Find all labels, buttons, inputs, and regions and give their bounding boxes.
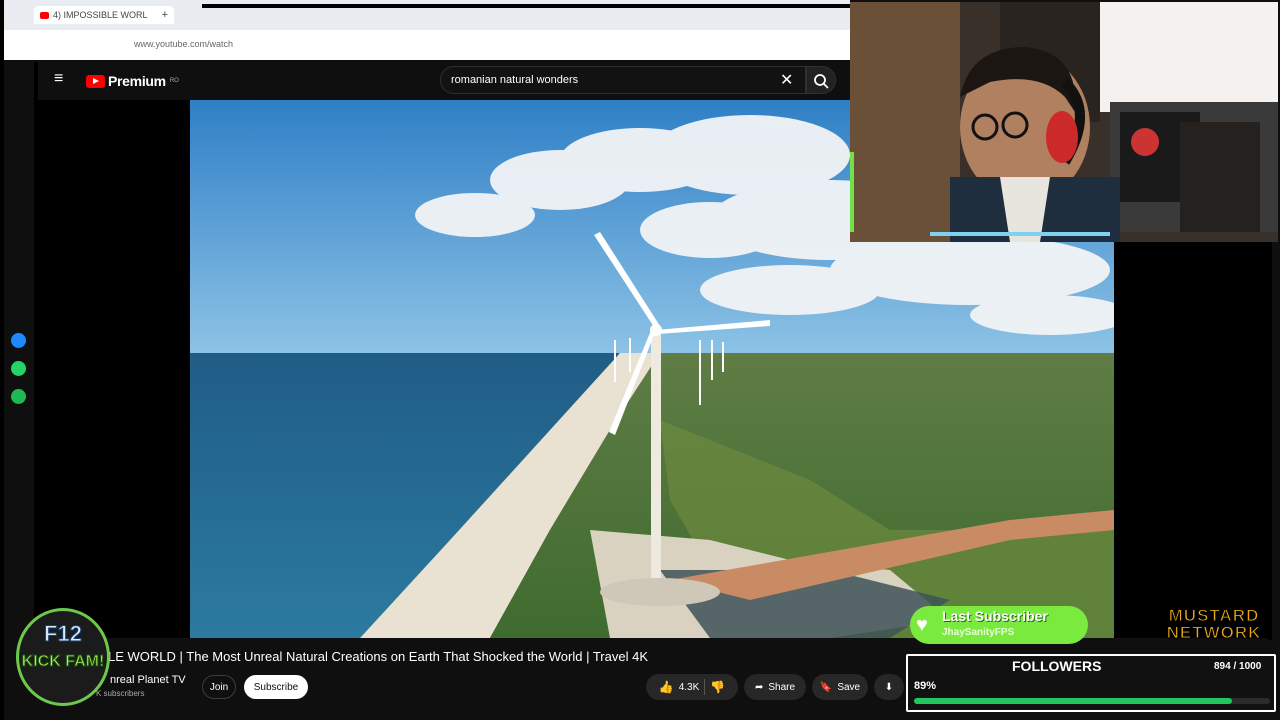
new-tab-icon[interactable]: + bbox=[162, 9, 168, 21]
search-button[interactable] bbox=[806, 66, 836, 94]
share-icon: ➦ bbox=[754, 681, 764, 693]
badge-line2: KICK FAM! bbox=[21, 653, 105, 671]
channel-name[interactable]: nreal Planet TV bbox=[110, 674, 186, 686]
like-count[interactable]: 4.3K bbox=[679, 682, 700, 693]
youtube-favicon-icon bbox=[40, 11, 49, 19]
save-icon: 🔖 bbox=[819, 681, 833, 693]
search-icon bbox=[814, 74, 829, 89]
overlay-frame-line bbox=[34, 62, 38, 622]
search-input[interactable]: romanian natural wonders bbox=[440, 66, 806, 94]
badge-line1: F12 bbox=[44, 621, 83, 647]
followers-label: FOLLOWERS bbox=[1012, 658, 1102, 674]
spotify-icon[interactable] bbox=[11, 389, 26, 404]
share-label: Share bbox=[768, 681, 796, 693]
download-icon: ⬇ bbox=[884, 681, 894, 693]
followers-count: 894 / 1000 bbox=[1214, 661, 1262, 672]
last-subscriber-panel: Last Subscriber JhaySanityFPS bbox=[910, 606, 1088, 644]
thumbs-up-icon[interactable]: 👍 bbox=[659, 680, 674, 694]
tab-title: 4) IMPOSSIBLE WORL bbox=[53, 10, 148, 20]
webcam-feed bbox=[850, 2, 1278, 242]
address-bar bbox=[0, 30, 850, 60]
share-button[interactable]: ➦ Share bbox=[744, 674, 806, 700]
menu-icon[interactable]: ≡ bbox=[54, 70, 63, 88]
logo-text: Premium bbox=[108, 73, 166, 89]
last-subscriber-title: Last Subscriber bbox=[942, 608, 1048, 624]
f12-kick-fam-badge: F12 KICK FAM! bbox=[16, 608, 110, 706]
save-button[interactable]: 🔖 Save bbox=[812, 674, 868, 700]
logo-region: RO bbox=[169, 78, 179, 84]
overlay-frame-line bbox=[202, 4, 850, 8]
video-title: LE WORLD | The Most Unreal Natural Creat… bbox=[108, 649, 648, 664]
subscriber-count: K subscribers bbox=[96, 689, 145, 698]
overlay-frame-line bbox=[0, 0, 4, 720]
close-icon[interactable]: ✕ bbox=[780, 70, 793, 90]
save-label: Save bbox=[837, 681, 861, 693]
thumbs-down-icon[interactable]: 👎 bbox=[710, 680, 725, 694]
video-letterbox-left bbox=[38, 100, 190, 638]
whatsapp-icon[interactable] bbox=[11, 361, 26, 376]
join-button[interactable]: Join bbox=[202, 675, 236, 699]
webcam-scene bbox=[850, 2, 1278, 242]
video-letterbox-right bbox=[1114, 240, 1268, 638]
youtube-logo[interactable]: Premium RO bbox=[86, 73, 179, 89]
youtube-play-icon bbox=[86, 74, 105, 88]
mustard-network-logo: MUSTARD NETWORK bbox=[1166, 606, 1262, 642]
followers-progress-fill bbox=[914, 698, 1233, 704]
like-dislike-group: 👍 4.3K 👎 bbox=[646, 674, 738, 700]
subscribe-button[interactable]: Subscribe bbox=[244, 675, 308, 699]
last-subscriber-name: JhaySanityFPS bbox=[942, 627, 1015, 638]
followers-percent: 89% bbox=[914, 680, 937, 692]
messenger-icon[interactable] bbox=[11, 333, 26, 348]
heart-icon: ♥ bbox=[916, 614, 928, 636]
browser-tab[interactable]: 4) IMPOSSIBLE WORL + bbox=[34, 6, 174, 24]
download-button[interactable]: ⬇ bbox=[874, 674, 904, 700]
url-text[interactable]: www.youtube.com/watch bbox=[134, 39, 233, 49]
divider bbox=[704, 679, 706, 695]
overlay-frame-line bbox=[1268, 240, 1272, 640]
